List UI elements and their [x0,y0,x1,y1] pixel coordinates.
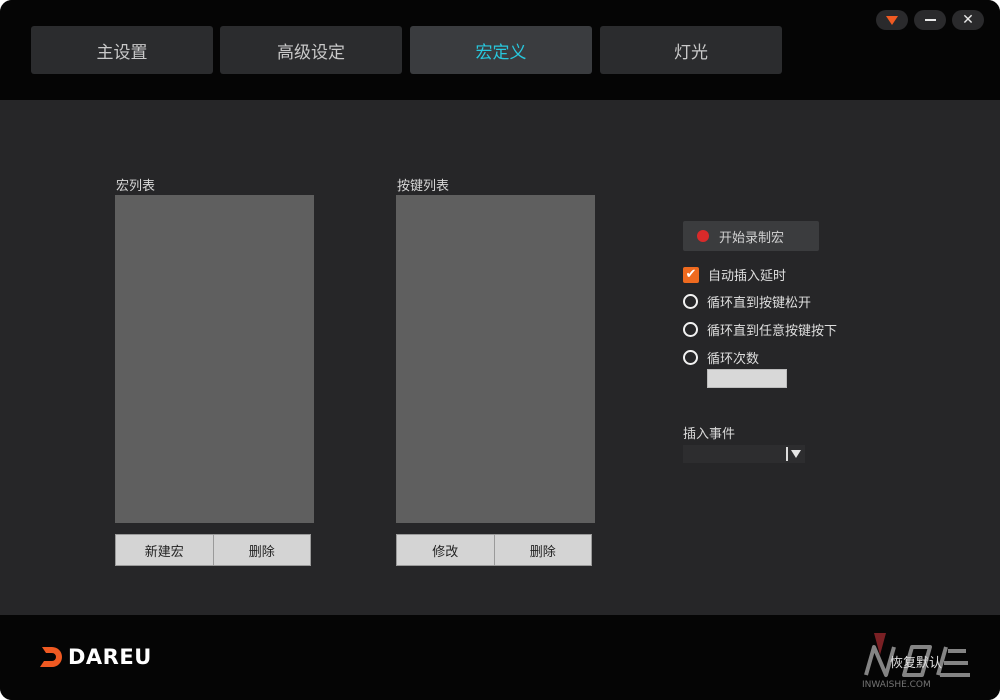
loop-until-any-key-radio[interactable] [683,322,698,337]
macro-panel: 宏列表 新建宏 删除 按键列表 修改 删除 开始录制宏 ✔ 自动插入延时 循环直… [0,100,1000,615]
footer: DAREU 恢复默认 INWAISHE.COM [0,615,1000,700]
tab-lighting[interactable]: 灯光 [600,26,782,74]
loop-count-label: 循环次数 [707,352,760,367]
start-record-label: 开始录制宏 [719,230,785,246]
insert-event-select[interactable] [683,445,805,463]
dareu-logo: DAREU [38,645,152,669]
macro-list[interactable] [115,195,314,523]
key-list-buttons: 修改 删除 [396,534,592,566]
macro-list-buttons: 新建宏 删除 [115,534,311,566]
app-window: 主设置 高级设定 宏定义 灯光 ✕ 宏列表 新建宏 删除 按键列表 修改 删除 [0,0,1000,700]
tab-bar: 主设置 高级设定 宏定义 灯光 ✕ [0,0,1000,100]
close-button[interactable]: ✕ [952,10,984,30]
edit-key-button[interactable]: 修改 [397,535,494,565]
checkmark-icon: ✔ [685,267,697,282]
loop-until-release-label: 循环直到按键松开 [707,296,812,311]
new-macro-button[interactable]: 新建宏 [116,535,213,565]
close-icon: ✕ [962,12,974,28]
loop-until-release-radio[interactable] [683,294,698,309]
macro-list-label: 宏列表 [116,179,156,194]
loop-until-release-option: 循环直到按键松开 [683,292,811,311]
chevron-down-icon [791,450,801,458]
insert-event-label: 插入事件 [683,427,736,442]
key-list[interactable] [396,195,595,523]
key-list-label: 按键列表 [397,179,450,194]
loop-count-input[interactable] [707,369,787,388]
tab-macro[interactable]: 宏定义 [410,26,592,74]
minus-icon [924,19,936,21]
auto-delay-checkbox[interactable]: ✔ [683,266,699,283]
dropdown-arrow-icon [886,15,898,25]
brand-name: DAREU [68,645,152,669]
auto-delay-option: ✔ 自动插入延时 [683,265,786,284]
auto-delay-label: 自动插入延时 [708,269,787,284]
tab-advanced-settings[interactable]: 高级设定 [220,26,402,74]
select-separator [786,447,788,461]
delete-macro-button[interactable]: 删除 [212,535,311,565]
watermark: INWAISHE.COM [856,629,986,693]
menu-button[interactable] [876,10,908,30]
start-record-button[interactable]: 开始录制宏 [683,221,819,251]
window-controls: ✕ [876,10,984,30]
watermark-text: INWAISHE.COM [862,680,931,689]
loop-count-option: 循环次数 [683,348,759,367]
delete-key-button[interactable]: 删除 [493,535,592,565]
watermark-logo: INWAISHE.COM [862,633,970,690]
tab-main-settings[interactable]: 主设置 [31,26,213,74]
minimize-button[interactable] [914,10,946,30]
record-icon [697,230,709,242]
loop-until-any-key-option: 循环直到任意按键按下 [683,320,837,339]
loop-count-radio[interactable] [683,350,698,365]
loop-until-any-key-label: 循环直到任意按键按下 [707,324,838,339]
dareu-logo-icon [40,647,62,667]
